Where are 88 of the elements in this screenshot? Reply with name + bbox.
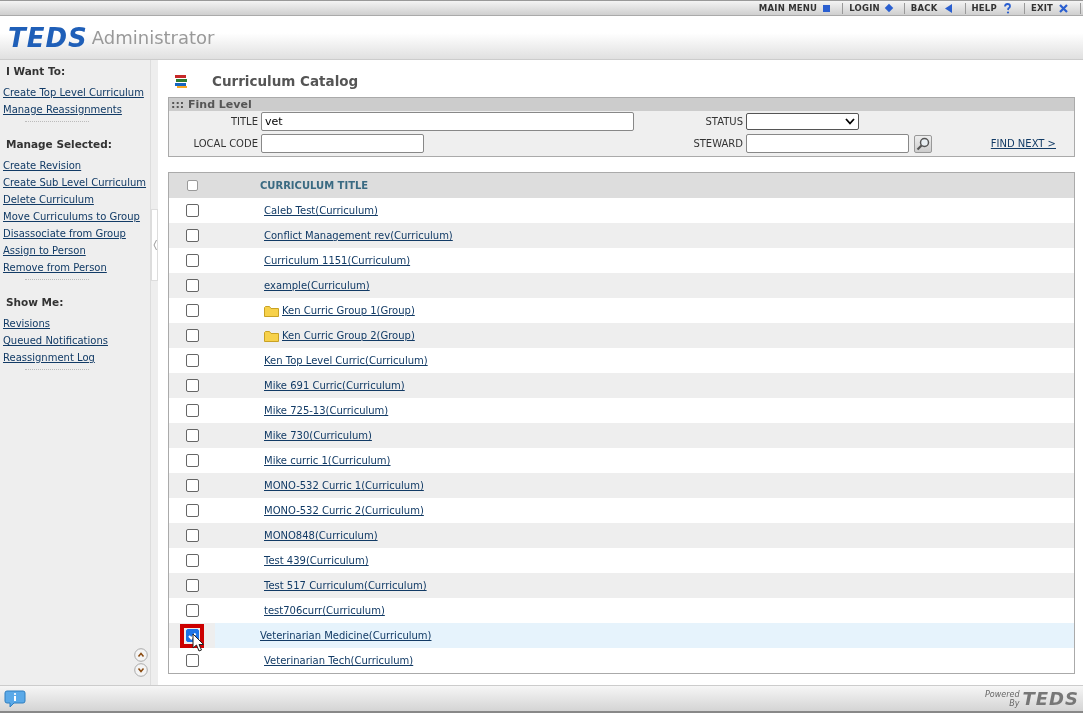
section-title: Manage Selected:: [5, 138, 113, 152]
curriculum-link[interactable]: Ken Curric Group 2(Group): [282, 330, 415, 341]
sidebar-link[interactable]: Disassociate from Group: [3, 228, 126, 239]
menu-link[interactable]: HELP: [971, 3, 997, 13]
sidebar-link[interactable]: Assign to Person: [3, 245, 86, 256]
curriculum-link[interactable]: example(Curriculum): [264, 280, 370, 291]
menu-link[interactable]: MAIN MENU: [758, 3, 818, 13]
square-icon: [823, 4, 831, 12]
sidebar-link[interactable]: Remove from Person: [3, 262, 107, 273]
back-arrow-icon: [943, 3, 953, 13]
field-label: TITLE: [229, 116, 259, 127]
title-field[interactable]: vet: [261, 112, 634, 131]
curriculum-link[interactable]: Mike 691 Curric(Curriculum): [264, 380, 405, 391]
row-checkbox[interactable]: [185, 429, 199, 442]
curriculum-link[interactable]: MONO-532 Curric 1(Curriculum): [264, 480, 424, 491]
books-icon: [174, 73, 190, 89]
row-checkbox[interactable]: [185, 229, 199, 242]
page-title: Curriculum Catalog: [212, 73, 359, 89]
panel-title: ::: Find Level: [169, 98, 1074, 111]
scroll-down-icon[interactable]: [134, 663, 148, 677]
curriculum-link[interactable]: Conflict Management rev(Curriculum): [264, 230, 453, 241]
curriculum-link[interactable]: Curriculum 1151(Curriculum): [264, 255, 411, 266]
footer-logo: TEDS: [1022, 688, 1079, 709]
section-title: I Want To:: [5, 65, 67, 79]
curriculum-link[interactable]: test706curr(Curriculum): [264, 605, 385, 616]
row-checkbox[interactable]: [185, 504, 199, 517]
steward-field[interactable]: [746, 134, 909, 153]
row-checkbox[interactable]: [185, 354, 199, 367]
close-icon: [1059, 3, 1068, 13]
row-checkbox[interactable]: [185, 604, 199, 617]
sidebar-link[interactable]: Revisions: [3, 318, 50, 329]
help-icon: [1002, 2, 1012, 14]
row-checkbox[interactable]: [185, 579, 199, 592]
sidebar-link[interactable]: Create Revision: [3, 160, 82, 171]
menu-link[interactable]: BACK: [910, 3, 938, 13]
info-bubble-icon[interactable]: [4, 689, 26, 708]
row-checkbox[interactable]: [185, 304, 199, 317]
curriculum-link[interactable]: Veterinarian Medicine(Curriculum): [260, 630, 432, 641]
sidebar-link[interactable]: Create Top Level Curriculum: [3, 87, 144, 98]
field-label: STATUS: [704, 116, 744, 127]
row-checkbox[interactable]: [185, 254, 199, 267]
curriculum-link[interactable]: Mike 725-13(Curriculum): [264, 405, 389, 416]
sidebar-link[interactable]: Move Curriculums to Group: [3, 211, 140, 222]
find-next-link[interactable]: FIND NEXT >: [990, 138, 1056, 149]
field-label: STEWARD: [692, 138, 744, 149]
row-checkbox[interactable]: [185, 529, 199, 542]
by-text: By: [1009, 698, 1020, 708]
scroll-up-icon[interactable]: [134, 648, 148, 662]
powered-text: Powered: [985, 689, 1020, 699]
section-title: Show Me:: [5, 296, 65, 310]
row-checkbox[interactable]: [185, 654, 199, 667]
search-button[interactable]: [914, 134, 932, 153]
row-checkbox[interactable]: [185, 454, 199, 467]
column-header: CURRICULUM TITLE: [259, 180, 369, 191]
field-label: LOCAL CODE: [192, 138, 259, 149]
row-checkbox[interactable]: [185, 279, 199, 292]
folder-icon: [264, 329, 279, 342]
curriculum-link[interactable]: Test 439(Curriculum): [264, 555, 369, 566]
select-all-checkbox[interactable]: [186, 180, 198, 191]
curriculum-link[interactable]: MONO-532 Curric 2(Curriculum): [264, 505, 424, 516]
sidebar-link[interactable]: Reassignment Log: [3, 352, 95, 363]
curriculum-link[interactable]: Ken Top Level Curric(Curriculum): [264, 355, 428, 366]
logo: TEDS: [8, 22, 88, 53]
sidebar-link[interactable]: Queued Notifications: [3, 335, 108, 346]
folder-icon: [264, 304, 279, 317]
local-code-field[interactable]: [261, 134, 424, 153]
sidebar-link[interactable]: Manage Reassignments: [3, 104, 122, 115]
sidebar-link[interactable]: Create Sub Level Curriculum: [3, 177, 147, 188]
menu-link[interactable]: EXIT: [1030, 3, 1053, 13]
curriculum-link[interactable]: Ken Curric Group 1(Group): [282, 305, 415, 316]
row-checkbox[interactable]: [185, 554, 199, 567]
row-checkbox[interactable]: [185, 404, 199, 417]
collapse-handle[interactable]: [151, 209, 158, 281]
status-dropdown[interactable]: [746, 113, 859, 130]
row-checkbox[interactable]: [185, 379, 199, 392]
curriculum-link[interactable]: Veterinarian Tech(Curriculum): [264, 655, 414, 666]
row-checkbox[interactable]: [185, 329, 199, 342]
curriculum-link[interactable]: Caleb Test(Curriculum): [264, 205, 378, 216]
curriculum-link[interactable]: Mike curric 1(Curriculum): [264, 455, 391, 466]
curriculum-link[interactable]: Test 517 Curriculum(Curriculum): [264, 580, 427, 591]
product-name: Administrator: [91, 27, 215, 48]
curriculum-link[interactable]: MONO848(Curriculum): [264, 530, 378, 541]
menu-link[interactable]: LOGIN: [849, 3, 880, 13]
chevron-down-icon: [845, 118, 855, 125]
sidebar-link[interactable]: Delete Curriculum: [3, 194, 94, 205]
curriculum-link[interactable]: Mike 730(Curriculum): [264, 430, 372, 441]
row-checkbox[interactable]: [185, 479, 199, 492]
row-checkbox[interactable]: [185, 204, 199, 217]
